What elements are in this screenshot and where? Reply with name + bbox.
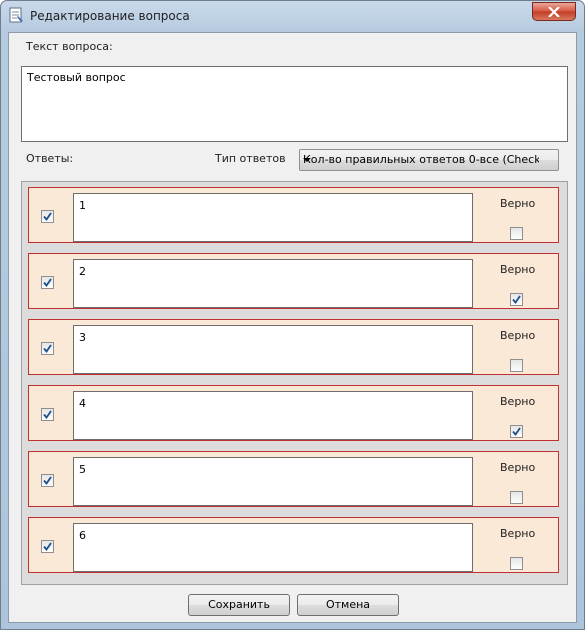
answer-text-input[interactable]: 3 [73, 325, 473, 374]
answers-label: Ответы: [26, 152, 74, 165]
correct-label: Верно [500, 329, 536, 342]
answer-enabled-checkbox[interactable] [41, 408, 54, 421]
correct-checkbox[interactable] [510, 227, 523, 240]
answer-enabled-checkbox[interactable] [41, 342, 54, 355]
dialog-window: Редактирование вопроса Текст вопроса: Те… [0, 0, 585, 630]
correct-label: Верно [500, 527, 536, 540]
correct-checkbox[interactable] [510, 425, 523, 438]
correct-label: Верно [500, 263, 536, 276]
answers-list[interactable]: 1 Верно 2 Верно 3 Верно 4 Верно 5 Верно 6 Верно [21, 181, 568, 585]
correct-label: Верно [500, 197, 536, 210]
question-label: Текст вопроса: [26, 40, 113, 53]
close-button[interactable] [532, 2, 576, 21]
answer-text-value: 1 [79, 199, 86, 212]
window-title: Редактирование вопроса [30, 9, 190, 23]
app-document-icon [8, 7, 24, 23]
answer-enabled-checkbox[interactable] [41, 210, 54, 223]
answer-text-input[interactable]: 2 [73, 259, 473, 308]
correct-checkbox[interactable] [510, 359, 523, 372]
chevron-down-icon [303, 158, 311, 162]
close-icon [548, 7, 560, 17]
answer-type-selected: Кол-во правильных ответов 0-все (CheckBo… [303, 153, 539, 166]
answer-row: 1 Верно [28, 187, 559, 243]
answer-text-value: 3 [79, 331, 86, 344]
correct-checkbox[interactable] [510, 293, 523, 306]
title-bar[interactable]: Редактирование вопроса [1, 1, 584, 31]
question-text-value: Тестовый вопрос [27, 71, 126, 84]
answer-text-input[interactable]: 5 [73, 457, 473, 506]
answer-text-input[interactable]: 6 [73, 523, 473, 572]
correct-checkbox[interactable] [510, 557, 523, 570]
answer-enabled-checkbox[interactable] [41, 276, 54, 289]
answer-type-label: Тип ответов [215, 152, 286, 165]
correct-label: Верно [500, 395, 536, 408]
answer-text-value: 5 [79, 463, 86, 476]
save-button[interactable]: Сохранить [188, 594, 290, 616]
correct-label: Верно [500, 461, 536, 474]
answer-enabled-checkbox[interactable] [41, 474, 54, 487]
answer-row: 6 Верно [28, 517, 559, 573]
correct-checkbox[interactable] [510, 491, 523, 504]
answer-text-value: 4 [79, 397, 86, 410]
answer-enabled-checkbox[interactable] [41, 540, 54, 553]
answer-row: 4 Верно [28, 385, 559, 441]
dialog-content: Текст вопроса: Тестовый вопрос Ответы: Т… [8, 32, 577, 623]
answer-type-select[interactable]: Кол-во правильных ответов 0-все (CheckBo… [299, 149, 559, 171]
answer-row: 2 Верно [28, 253, 559, 309]
answer-row: 5 Верно [28, 451, 559, 507]
answer-row: 3 Верно [28, 319, 559, 375]
answer-text-input[interactable]: 4 [73, 391, 473, 440]
answer-text-input[interactable]: 1 [73, 193, 473, 242]
question-text-input[interactable]: Тестовый вопрос [21, 66, 568, 142]
answer-text-value: 6 [79, 529, 86, 542]
answer-text-value: 2 [79, 265, 86, 278]
cancel-button[interactable]: Отмена [297, 594, 399, 616]
